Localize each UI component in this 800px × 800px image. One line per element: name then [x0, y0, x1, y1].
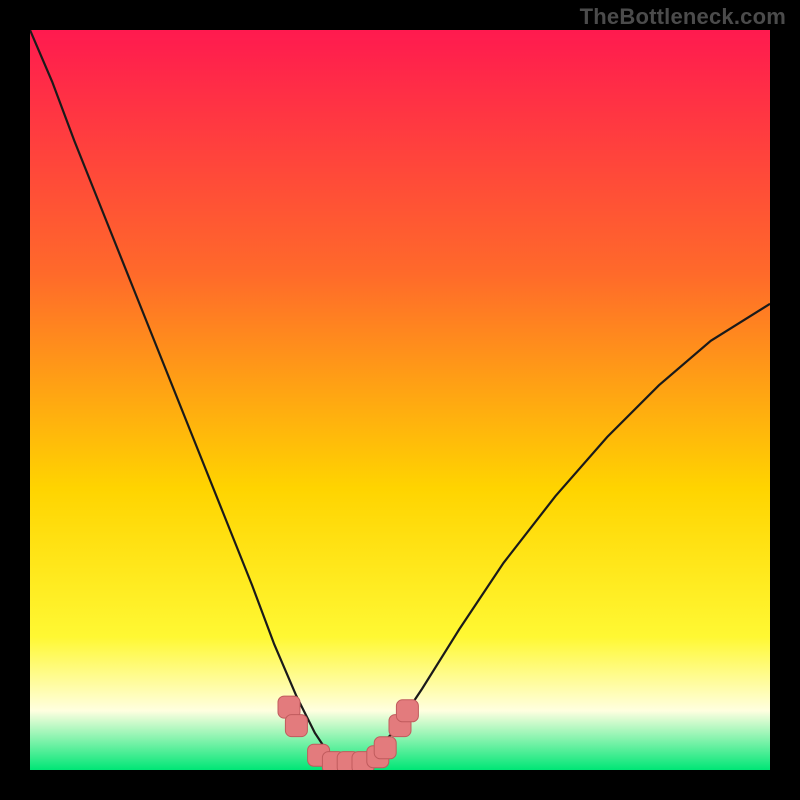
- marker-point: [396, 700, 418, 722]
- marker-point: [285, 715, 307, 737]
- chart-frame: TheBottleneck.com: [0, 0, 800, 800]
- gradient-background: [30, 30, 770, 770]
- marker-point: [374, 737, 396, 759]
- watermark-text: TheBottleneck.com: [580, 4, 786, 30]
- plot-area: [30, 30, 770, 770]
- plot-svg: [30, 30, 770, 770]
